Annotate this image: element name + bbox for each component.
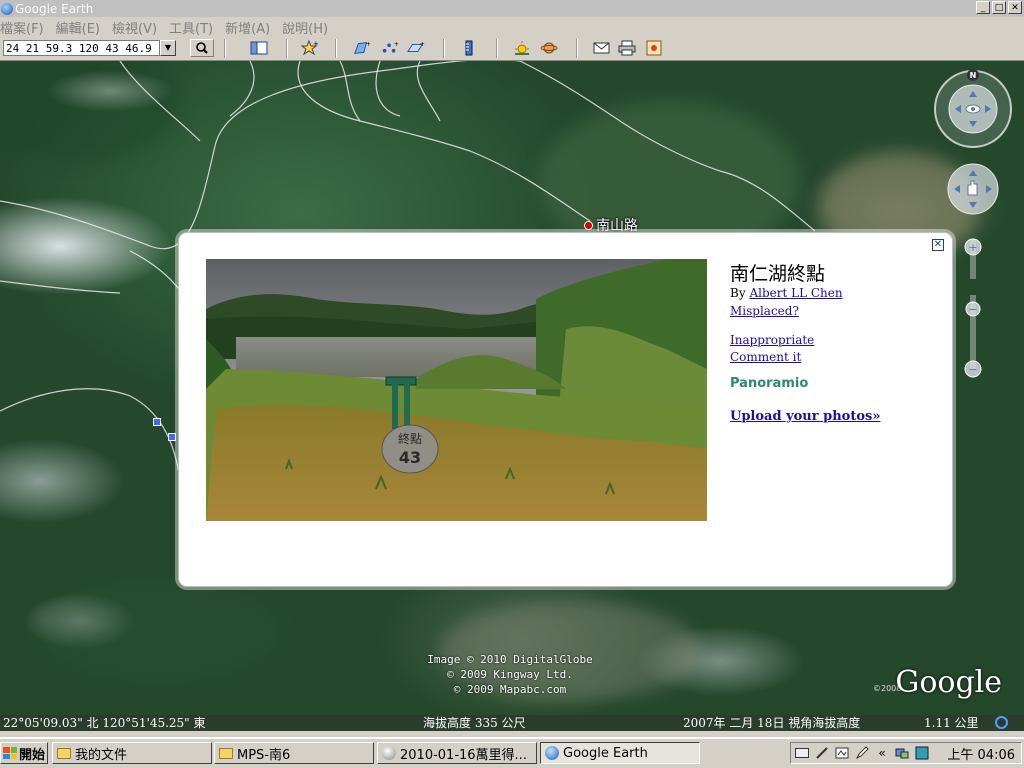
google-earth-app-icon xyxy=(1,2,13,15)
streaming-indicator-icon xyxy=(995,716,1008,729)
folder-icon xyxy=(219,747,233,759)
maximize-button[interactable]: □ xyxy=(992,1,1006,14)
google-earth-icon xyxy=(545,746,559,760)
elevation-readout: 海拔高度 335 公尺 xyxy=(423,716,526,730)
window-title: Google Earth xyxy=(15,1,94,16)
panoramio-logo[interactable]: Panoramio xyxy=(730,376,808,391)
imagery-date-eye-label: 2007年 二月 18日 視角海拔高度 xyxy=(683,716,861,730)
menu-bar: 檔案(F) 編輯(E) 檢視(V) 工具(T) 新增(A) 說明(H) xyxy=(0,17,1024,37)
system-tray: « 上午 04:06 xyxy=(790,742,1022,764)
chevron-down-icon[interactable]: ▼ xyxy=(160,40,176,56)
taskbar-item-label: MPS-南6 xyxy=(237,747,291,763)
map-marker[interactable] xyxy=(168,433,176,441)
toolbar-separator xyxy=(576,39,578,58)
toolbar-separator xyxy=(335,39,337,58)
system-clock[interactable]: 上午 04:06 xyxy=(947,744,1015,763)
svg-text:+: + xyxy=(313,40,319,48)
taskbar-item-browser[interactable]: 2010-01-16萬里得... xyxy=(377,742,537,764)
start-label: 開始 xyxy=(19,747,46,763)
folder-icon xyxy=(57,747,71,759)
minimize-button[interactable]: _ xyxy=(976,1,990,14)
browser-icon xyxy=(382,746,396,760)
taskbar-item-label: Google Earth xyxy=(563,745,648,761)
close-balloon-button[interactable]: ✕ xyxy=(932,239,944,251)
window-titlebar[interactable]: Google Earth _ □ ✕ xyxy=(0,0,1024,17)
menu-tools[interactable]: 工具(T) xyxy=(169,18,213,37)
google-logo: Google xyxy=(895,665,1002,700)
handwriting-icon[interactable] xyxy=(835,746,849,760)
windows-logo-icon xyxy=(3,747,17,759)
svg-text:−: − xyxy=(968,363,977,376)
close-window-button[interactable]: ✕ xyxy=(1008,1,1022,14)
toolbar-separator xyxy=(496,39,498,58)
pointer-coordinates: 22°05'09.03" 北 120°51'45.25" 東 xyxy=(3,716,206,730)
sidebar-toggle-icon[interactable] xyxy=(250,40,268,56)
menu-add[interactable]: 新增(A) xyxy=(225,18,270,37)
svg-text:+: + xyxy=(366,41,371,48)
sunlight-icon[interactable] xyxy=(513,40,531,56)
pen-icon[interactable] xyxy=(815,746,829,760)
author-link[interactable]: Albert LL Chen xyxy=(749,286,842,300)
keyboard-icon[interactable] xyxy=(795,746,809,760)
svg-text:−: − xyxy=(968,303,977,316)
svg-text:+: + xyxy=(420,41,425,48)
north-label: N xyxy=(970,71,977,80)
panorama-photo[interactable]: 終點 43 xyxy=(206,259,707,521)
edit-icon[interactable] xyxy=(855,746,869,760)
menu-help[interactable]: 說明(H) xyxy=(282,18,328,37)
status-bar: 22°05'09.03" 北 120°51'45.25" 東 海拔高度 335 … xyxy=(0,715,1024,731)
inappropriate-link[interactable]: Inappropriate xyxy=(730,333,814,347)
menu-file[interactable]: 檔案(F) xyxy=(0,18,44,37)
toolbar-separator xyxy=(443,39,445,58)
add-placemark-icon[interactable]: + xyxy=(301,40,319,56)
taskbar-item-google-earth[interactable]: Google Earth xyxy=(540,742,700,764)
email-icon[interactable] xyxy=(593,40,611,56)
app-tray-icon[interactable] xyxy=(915,746,929,760)
tray-expand-chevron[interactable]: « xyxy=(875,746,889,760)
road-placemark-dot xyxy=(584,220,593,230)
ruler-icon[interactable] xyxy=(460,40,478,56)
stone-marker-text: 終點 xyxy=(398,431,422,446)
taskbar-item-mps[interactable]: MPS-南6 xyxy=(214,742,374,764)
sky-switch-icon[interactable] xyxy=(540,40,558,56)
byline-prefix: By xyxy=(730,286,746,300)
menu-edit[interactable]: 編輯(E) xyxy=(56,18,100,37)
network-icon[interactable] xyxy=(895,746,909,760)
menu-view[interactable]: 檢視(V) xyxy=(112,18,157,37)
coordinate-search-input[interactable]: 24 21 59.3 120 43 46.9 xyxy=(3,40,160,56)
credit-line: © 2009 Kingway Ltd. xyxy=(447,668,573,681)
search-button[interactable] xyxy=(190,39,214,57)
photo-title: 南仁湖終點 xyxy=(730,263,826,285)
view-in-maps-icon[interactable] xyxy=(645,40,663,56)
add-path-icon[interactable]: + xyxy=(381,40,399,56)
toolbar-separator xyxy=(224,39,226,58)
svg-text:+: + xyxy=(394,41,399,48)
taskbar-item-label: 2010-01-16萬里得... xyxy=(400,747,527,763)
svg-text:+: + xyxy=(968,241,977,254)
imagery-credits: Image © 2010 DigitalGlobe © 2009 Kingway… xyxy=(400,652,620,697)
upload-photos-link[interactable]: Upload your photos» xyxy=(730,409,880,424)
taskbar-item-label: 我的文件 xyxy=(75,747,128,763)
zoom-controls-lower[interactable]: − − xyxy=(963,295,983,385)
start-button[interactable]: 開始 xyxy=(0,742,48,764)
taskbar-item-my-documents[interactable]: 我的文件 xyxy=(52,742,212,764)
taskbar: 開始 我的文件 MPS-南6 2010-01-16萬里得... Google E… xyxy=(0,737,1024,768)
stone-marker-number: 43 xyxy=(399,448,421,467)
misplaced-link[interactable]: Misplaced? xyxy=(730,304,799,318)
credit-line: Image © 2010 DigitalGlobe xyxy=(427,653,593,666)
print-icon[interactable] xyxy=(618,40,636,56)
toolbar: 24 21 59.3 120 43 46.9 ▼ + + + + xyxy=(0,37,1024,61)
search-icon xyxy=(196,42,208,54)
add-polygon-icon[interactable]: + xyxy=(353,40,371,56)
credit-line: © 2009 Mapabc.com xyxy=(453,683,567,696)
toolbar-separator xyxy=(286,39,288,58)
map-marker[interactable] xyxy=(153,418,161,426)
eye-altitude-value: 1.11 公里 xyxy=(924,716,979,730)
photo-info-balloon: ✕ 終點 43 南仁湖終點 By Albert LL Chen Misplace… xyxy=(178,232,953,587)
photo-byline: By Albert LL Chen xyxy=(730,286,843,300)
add-image-overlay-icon[interactable]: + xyxy=(407,40,425,56)
comment-link[interactable]: Comment it xyxy=(730,350,801,364)
